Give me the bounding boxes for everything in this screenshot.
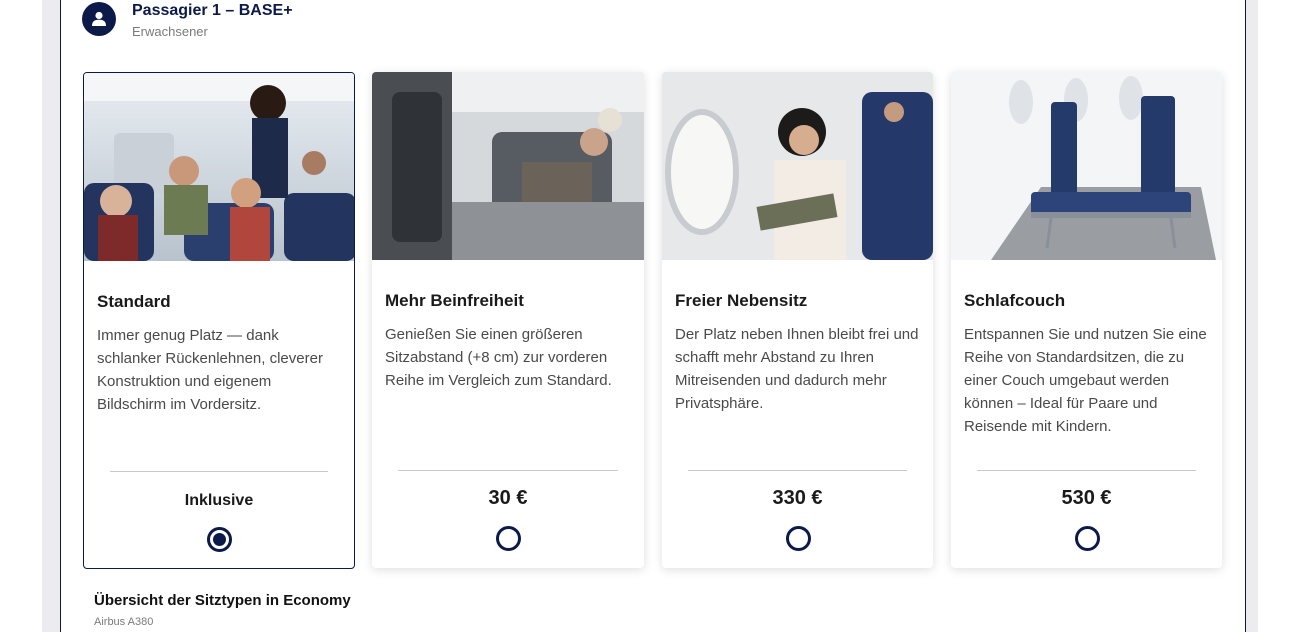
seat-title: Mehr Beinfreiheit [385,291,524,310]
seat-photo-standard [84,73,354,261]
seat-photo-legroom [372,72,644,260]
seat-option-free-neighbor[interactable]: Freier Nebensitz Der Platz neben Ihnen b… [662,72,933,568]
seat-price: 530 € [1061,487,1112,509]
seat-option-legroom[interactable]: Mehr Beinfreiheit Genießen Sie einen grö… [372,72,644,568]
seat-description: Der Platz neben Ihnen bleibt frei und sc… [675,326,919,412]
seat-radio-legroom[interactable] [496,526,521,551]
user-icon [82,2,116,36]
aircraft-type: Airbus A380 [94,616,154,628]
seat-title: Schlafcouch [964,291,1066,310]
divider [977,470,1196,471]
divider [398,470,618,471]
seat-title: Freier Nebensitz [675,291,808,310]
seat-photo-free-neighbor [662,72,933,260]
seat-price: 30 € [488,487,528,509]
passenger-type: Erwachsener [132,24,208,39]
seat-description: Entspannen Sie und nutzen Sie eine Reihe… [964,326,1207,435]
seat-price: Inklusive [184,492,254,509]
seat-title: Standard [97,292,171,311]
seat-option-standard[interactable]: Standard Immer genug Platz — dank schlan… [83,72,355,569]
overview-title: Übersicht der Sitztypen in Economy [94,592,351,609]
seat-price: 330 € [772,487,823,509]
passenger-header: Passagier 1 – BASE+ Erwachsener [82,0,293,41]
divider [688,470,907,471]
divider [110,471,328,472]
seat-radio-free-neighbor[interactable] [785,526,811,551]
seat-description: Immer genug Platz — dank schlanker Rücke… [97,327,323,413]
seat-description: Genießen Sie einen größeren Sitzabstand … [385,326,612,389]
seat-photo-sleeper [951,72,1222,260]
seat-radio-standard[interactable] [207,527,232,552]
passenger-name: Passagier 1 – BASE+ [132,2,293,19]
seat-radio-sleeper[interactable] [1074,526,1100,551]
seat-option-sleeper[interactable]: Schlafcouch Entspannen Sie und nutzen Si… [951,72,1222,568]
seat-types-overview: Übersicht der Sitztypen in Economy Airbu… [94,592,351,628]
